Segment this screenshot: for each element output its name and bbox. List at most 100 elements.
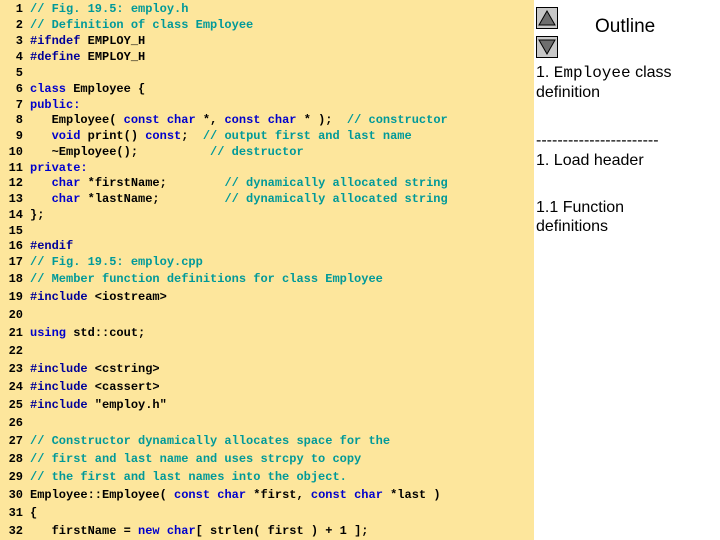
line-number: 23	[8, 362, 23, 376]
line-number: 2	[15, 18, 23, 32]
code-token-keyword: const	[310, 488, 347, 502]
line-number: 28	[8, 452, 23, 466]
code-text: // Fig. 19.5: employ.cpp	[30, 254, 203, 270]
triangle-up-icon	[538, 9, 556, 26]
line-number: 12	[8, 176, 23, 190]
code-token-plain: Employee(	[30, 113, 124, 127]
code-token-keyword: char	[166, 113, 196, 127]
code-token-keyword: char	[166, 524, 196, 538]
code-token-plain: Employee::Employee(	[30, 488, 175, 502]
line-number: 11	[8, 161, 23, 175]
code-token-plain: EMPLOY_H	[80, 50, 146, 64]
code-token-plain: * );	[296, 113, 347, 127]
line-number: 4	[15, 50, 23, 64]
code-token-keyword: class	[30, 82, 67, 96]
code-panel: 1 // Fig. 19.5: employ.h 2 // Definition of…	[0, 0, 534, 540]
previous-slide-button[interactable]	[536, 7, 558, 29]
code-text: ~Employee(); // destructor	[30, 144, 304, 160]
code-token-keyword: const	[145, 129, 182, 143]
line-number: 22	[8, 344, 23, 358]
next-slide-button[interactable]	[536, 36, 558, 58]
line-number: 30	[8, 488, 23, 502]
code-token-plain: *lastName;	[80, 192, 225, 206]
code-token-comment: // Member function definitions for class…	[30, 272, 383, 286]
line-number: 13	[8, 192, 23, 206]
code-text: Employee( const char *, const char * ); …	[30, 112, 448, 128]
code-token-plain: std::cout;	[66, 326, 146, 340]
code-token-plain: "employ.h"	[87, 398, 167, 412]
line-number: 7	[15, 98, 23, 112]
line-number: 24	[8, 380, 23, 394]
code-token-plain: <iostream>	[87, 290, 167, 304]
code-text: // Constructor dynamically allocates spa…	[30, 433, 390, 449]
code-token-plain: <cassert>	[87, 380, 160, 394]
code-token-comment: // constructor	[346, 113, 448, 127]
code-token-plain: *,	[195, 113, 225, 127]
outline-item-number: 1.	[536, 64, 550, 81]
code-token-comment: // output first and last name	[202, 129, 412, 143]
line-number: 20	[8, 308, 23, 322]
code-token-keyword: const	[224, 113, 261, 127]
code-token-plain: {	[30, 506, 38, 520]
outline-item-class-definition: 1. Employee class definition	[536, 63, 718, 102]
code-token-keyword: char	[217, 488, 247, 502]
code-text: // Definition of class Employee	[30, 17, 253, 33]
outline-item-function-definitions: 1.1 Function definitions	[536, 199, 625, 235]
code-token-comment: // Fig. 19.5: employ.h	[30, 2, 189, 16]
line-number: 5	[15, 66, 23, 80]
code-text: char *firstName; // dynamically allocate…	[30, 175, 448, 191]
line-number: 16	[8, 239, 23, 253]
line-number: 3	[15, 34, 23, 48]
code-token-preprocessor: #ifndef	[30, 34, 81, 48]
code-token-comment: // dynamically allocated string	[224, 192, 448, 206]
code-token-comment: // Fig. 19.5: employ.cpp	[30, 255, 203, 269]
code-token-plain: EMPLOY_H	[80, 34, 146, 48]
code-token-preprocessor: #include	[30, 380, 88, 394]
code-token-plain: ~Employee();	[30, 145, 211, 159]
code-text: #include <iostream>	[30, 289, 167, 305]
code-token-keyword: char	[267, 113, 297, 127]
code-token-plain: *first,	[246, 488, 311, 502]
line-number: 26	[8, 416, 23, 430]
code-token-keyword: char	[51, 176, 81, 190]
code-text: #define EMPLOY_H	[30, 49, 145, 65]
line-number: 32	[8, 524, 23, 538]
line-number: 27	[8, 434, 23, 448]
code-token-comment: // dynamically allocated string	[224, 176, 448, 190]
code-text: using std::cout;	[30, 325, 145, 341]
line-number: 29	[8, 470, 23, 484]
code-token-plain: };	[30, 208, 45, 222]
code-token-keyword: private:	[30, 161, 88, 175]
code-token-plain: print()	[80, 129, 146, 143]
line-number: 17	[8, 255, 23, 269]
code-text: firstName = new char[ strlen( first ) + …	[30, 523, 369, 539]
code-token-preprocessor: #include	[30, 398, 88, 412]
code-token-plain: *firstName;	[80, 176, 225, 190]
code-text: void print() const; // output first and …	[30, 128, 412, 144]
code-token-keyword: const	[174, 488, 211, 502]
code-token-preprocessor: #define	[30, 50, 81, 64]
code-text: #endif	[30, 238, 73, 254]
outline-title: Outline	[595, 16, 656, 37]
line-number: 10	[8, 145, 23, 159]
code-token-preprocessor: #include	[30, 290, 88, 304]
code-token-comment: // the first and last names into the obj…	[30, 470, 347, 484]
code-text: // Member function definitions for class…	[30, 271, 383, 287]
triangle-down-icon	[538, 39, 556, 56]
outline-item-code: Employee	[553, 64, 631, 82]
code-token-plain: *last )	[382, 488, 441, 502]
outline-item-load-header: 1. Load header	[536, 152, 644, 169]
code-text: class Employee {	[30, 81, 145, 97]
line-number: 31	[8, 506, 23, 520]
outline-sidebar: Outline 1. Employee class definition ---…	[534, 0, 720, 540]
line-number: 14	[8, 208, 23, 222]
code-token-comment: // Constructor dynamically allocates spa…	[30, 434, 391, 448]
code-text: #ifndef EMPLOY_H	[30, 33, 145, 49]
line-number: 6	[15, 82, 23, 96]
code-text: };	[30, 207, 44, 223]
line-number: 21	[8, 326, 23, 340]
